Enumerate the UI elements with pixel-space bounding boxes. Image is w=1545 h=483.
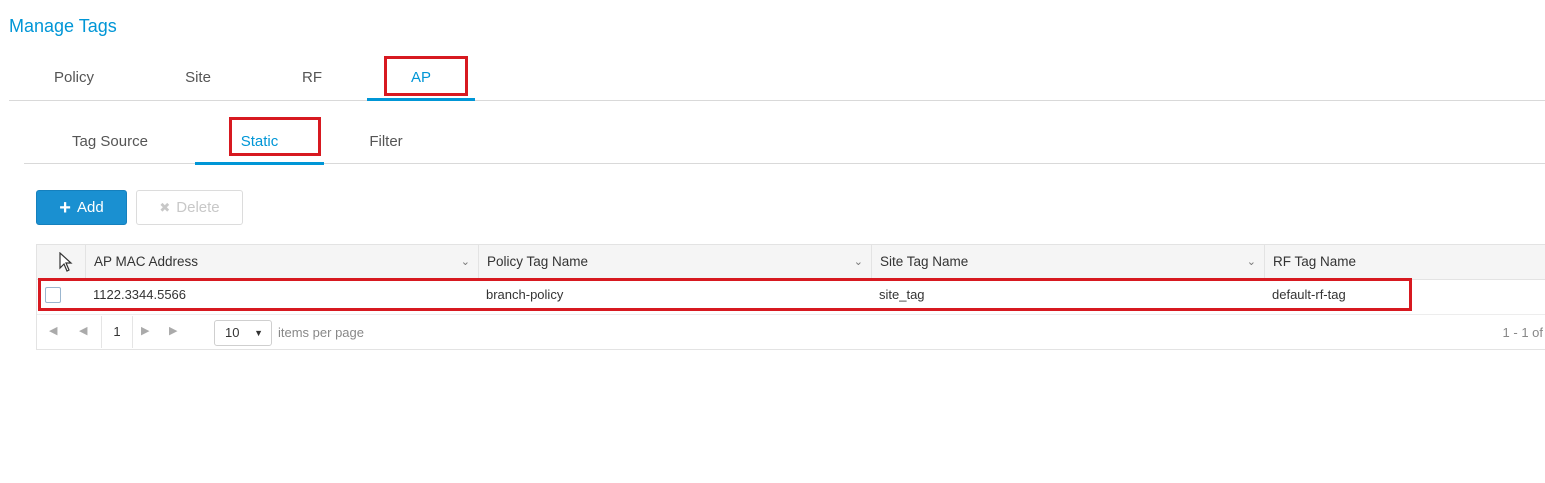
cell-policy-tag: branch-policy [486, 287, 564, 302]
active-subtab-indicator [195, 162, 324, 165]
ap-tag-grid: AP MAC Address ⌄ Policy Tag Name ⌄ Site … [36, 244, 1545, 350]
chevron-down-icon[interactable]: ⌄ [854, 245, 863, 279]
add-button-label: Add [76, 199, 104, 216]
last-page-icon[interactable]: ▶︎ [169, 324, 177, 337]
table-row[interactable]: 1122.3344.5566 branch-policy site_tag de… [37, 280, 1545, 314]
column-header-ap-mac-label: AP MAC Address [94, 254, 199, 269]
tab-ap[interactable]: AP [367, 56, 475, 101]
pager: ◀︎ ◀ 1 ▶ ▶︎ 10 ▼ items per page 1 - 1 of [37, 314, 1545, 351]
prev-page-icon[interactable]: ◀ [79, 324, 87, 337]
sub-tab-bar: Tag Source Static Filter [24, 120, 1545, 165]
caret-down-icon: ▼ [254, 328, 263, 338]
active-tab-indicator [367, 98, 475, 101]
first-page-icon[interactable]: ◀︎ [49, 324, 57, 337]
subtab-filter[interactable]: Filter [346, 120, 426, 164]
row-checkbox[interactable] [45, 287, 61, 303]
cell-site-tag: site_tag [879, 287, 925, 302]
page-size-value: 10 [225, 325, 240, 340]
current-page-number[interactable]: 1 [101, 316, 133, 348]
column-header-policy-tag-label: Policy Tag Name [487, 254, 589, 269]
plus-icon: + [59, 196, 71, 219]
chevron-down-icon[interactable]: ⌄ [461, 245, 470, 279]
tab-rf[interactable]: RF [271, 56, 353, 100]
top-tab-bar: Policy Site RF AP [9, 56, 1545, 101]
chevron-down-icon[interactable]: ⌄ [1247, 245, 1256, 279]
close-icon: ✖ [159, 199, 171, 215]
delete-button-label: Delete [176, 199, 220, 216]
subtab-static-label: Static [240, 133, 279, 150]
cell-ap-mac: 1122.3344.5566 [93, 287, 187, 302]
column-header-rf-tag[interactable]: RF Tag Name [1264, 245, 1545, 279]
subtab-tag-source[interactable]: Tag Source [50, 120, 170, 164]
tab-ap-label: AP [410, 69, 431, 86]
next-page-icon[interactable]: ▶ [141, 324, 149, 337]
select-all-column[interactable] [37, 245, 85, 279]
items-per-page-label: items per page [278, 325, 364, 340]
tab-site[interactable]: Site [157, 56, 239, 100]
column-header-site-tag-label: Site Tag Name [880, 254, 969, 269]
cursor-pointer-icon [59, 252, 73, 272]
add-button[interactable]: + Add [36, 190, 127, 225]
cell-rf-tag: default-rf-tag [1272, 287, 1346, 302]
grid-header: AP MAC Address ⌄ Policy Tag Name ⌄ Site … [37, 245, 1545, 280]
subtab-static[interactable]: Static [195, 120, 324, 165]
tab-policy[interactable]: Policy [33, 56, 115, 100]
page-title: Manage Tags [9, 16, 117, 36]
column-header-ap-mac[interactable]: AP MAC Address ⌄ [85, 245, 478, 279]
column-header-rf-tag-label: RF Tag Name [1273, 254, 1357, 269]
page-range-text: 1 - 1 of [1502, 325, 1543, 340]
column-header-policy-tag[interactable]: Policy Tag Name ⌄ [478, 245, 871, 279]
column-header-site-tag[interactable]: Site Tag Name ⌄ [871, 245, 1264, 279]
delete-button[interactable]: ✖ Delete [136, 190, 243, 225]
page-size-select[interactable]: 10 ▼ [214, 320, 272, 346]
